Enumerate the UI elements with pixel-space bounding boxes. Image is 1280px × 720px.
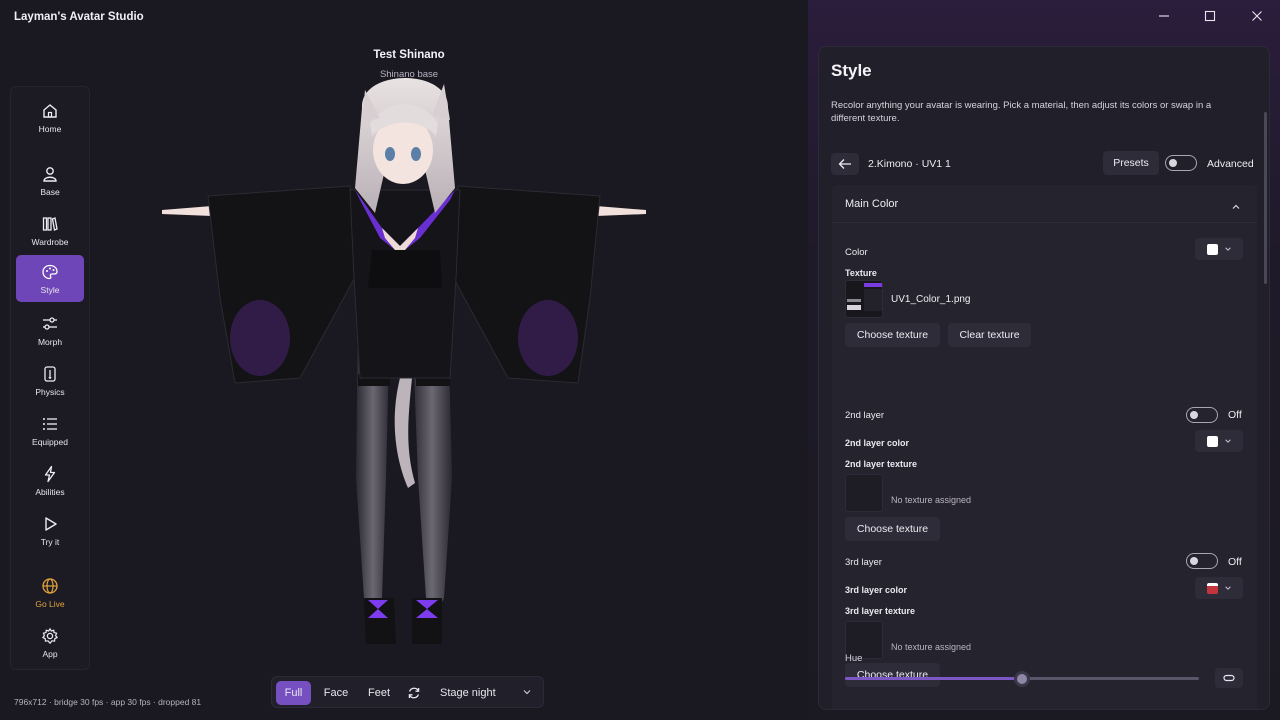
layer2-color-picker[interactable] (1195, 430, 1243, 452)
nav-item-app[interactable]: App (16, 619, 84, 666)
view-mode-feet[interactable]: Feet (361, 681, 397, 705)
refresh-icon[interactable] (403, 681, 425, 705)
layer3-label: 3rd layer (845, 557, 882, 568)
layer2-choose-texture-button[interactable]: Choose texture (845, 517, 940, 541)
palette-icon (41, 263, 59, 281)
nav-label: Try it (40, 536, 60, 547)
advanced-label: Advanced (1207, 158, 1254, 170)
nav-label: App (42, 648, 58, 659)
chevron-down-icon (1224, 586, 1231, 590)
nav-rail: Home Base Wardrobe Style Morph Physics E… (10, 86, 90, 670)
hue-slider-fill (845, 677, 1022, 680)
color-picker[interactable] (1195, 238, 1243, 260)
layer3-state: Off (1228, 556, 1242, 568)
layer2-color-label: 2nd layer color (845, 438, 910, 448)
nav-item-go-live[interactable]: Go Live (16, 569, 84, 616)
app-title: Layman's Avatar Studio (14, 11, 144, 23)
chevron-down-icon (1224, 247, 1231, 251)
color-swatch (1206, 435, 1218, 447)
layer3-color-label: 3rd layer color (845, 585, 908, 595)
main-color-header[interactable]: Main Color (832, 185, 1257, 223)
nav-item-equipped[interactable]: Equipped (16, 407, 84, 454)
style-panel: Style Recolor anything your avatar is we… (818, 46, 1270, 710)
section-title: Main Color (845, 198, 899, 210)
advanced-toggle[interactable] (1165, 155, 1197, 171)
status-line: 796x712 · bridge 30 fps · app 30 fps · d… (14, 697, 202, 707)
minimize-button[interactable] (1154, 6, 1174, 26)
layer2-toggle[interactable] (1186, 407, 1218, 423)
layer3-texture-status: No texture assigned (891, 642, 972, 652)
layer3-texture-label: 3rd layer texture (845, 606, 916, 616)
hue-slider-thumb[interactable] (1014, 671, 1030, 687)
texture-filename: UV1_Color_1.png (891, 294, 971, 305)
color-label: Color (845, 247, 868, 258)
texture-label: Texture (845, 268, 877, 278)
layer2-texture-status: No texture assigned (891, 495, 972, 505)
stage-select[interactable]: Stage night (432, 681, 540, 705)
nav-label: Style (40, 284, 60, 295)
choose-texture-button[interactable]: Choose texture (845, 323, 940, 347)
nav-item-abilities[interactable]: Abilities (16, 457, 84, 504)
main-color-section: Main Color Color Texture UV1_Color_1.png… (832, 185, 1257, 709)
layer2-label: 2nd layer (845, 410, 885, 421)
layer2-state: Off (1228, 409, 1242, 421)
texture-thumbnail (845, 280, 883, 318)
maximize-button[interactable] (1200, 6, 1220, 26)
nav-item-base[interactable]: Base (16, 157, 84, 204)
nav-item-try-it[interactable]: Try it (16, 507, 84, 554)
panel-scrollbar[interactable] (1264, 112, 1267, 284)
hue-label: Hue (845, 653, 863, 664)
reset-icon (1223, 674, 1235, 682)
color-swatch (1206, 582, 1218, 594)
gear-icon (41, 627, 59, 645)
material-name: 2.Kimono · UV1 1 (868, 158, 951, 170)
nav-label: Morph (37, 336, 63, 347)
layer3-toggle[interactable] (1186, 553, 1218, 569)
nav-item-physics[interactable]: Physics (16, 357, 84, 404)
view-bar: Full Face Feet Stage night (271, 676, 544, 708)
nav-label: Abilities (35, 486, 65, 497)
avatar-viewport[interactable]: Layman's Avatar Studio Test Shinano Shin… (0, 0, 808, 720)
nav-label: Wardrobe (31, 236, 69, 247)
lightning-icon (41, 465, 59, 483)
nav-item-home[interactable]: Home (16, 94, 84, 141)
presets-button[interactable]: Presets (1103, 151, 1159, 175)
chevron-down-icon (522, 687, 532, 700)
layer3-choose-texture-button[interactable]: Choose texture (845, 663, 940, 687)
color-swatch (1206, 243, 1218, 255)
play-icon (41, 515, 59, 533)
layer3-color-picker[interactable] (1195, 577, 1243, 599)
list-icon (41, 415, 59, 433)
view-mode-full[interactable]: Full (276, 681, 311, 705)
chevron-down-icon (1224, 439, 1231, 443)
chevron-up-icon (1231, 199, 1241, 217)
home-icon (41, 102, 59, 120)
panel-title: Style (831, 61, 872, 80)
nav-item-wardrobe[interactable]: Wardrobe (16, 207, 84, 254)
back-button[interactable] (831, 153, 859, 175)
nav-label: Home (38, 123, 62, 134)
avatar-model[interactable] (150, 78, 660, 658)
nav-label: Equipped (32, 436, 68, 447)
stage-select-value: Stage night (440, 687, 496, 699)
nav-label: Go Live (35, 598, 65, 609)
avatar-name: Test Shinano (373, 49, 445, 61)
close-button[interactable] (1247, 6, 1267, 26)
hue-reset-button[interactable] (1215, 668, 1243, 688)
view-mode-face[interactable]: Face (317, 681, 355, 705)
nav-item-style[interactable]: Style (16, 255, 84, 302)
globe-icon (41, 577, 59, 595)
layer2-texture-label: 2nd layer texture (845, 459, 918, 469)
sliders-icon (41, 315, 59, 333)
person-icon (41, 165, 59, 183)
wardrobe-icon (41, 215, 59, 233)
panel-description: Recolor anything your avatar is wearing.… (831, 100, 1212, 124)
nav-item-morph[interactable]: Morph (16, 307, 84, 354)
nav-label: Base (40, 186, 60, 197)
nav-label: Physics (35, 386, 65, 397)
physics-icon (41, 365, 59, 383)
layer2-texture-thumbnail (845, 474, 883, 512)
clear-texture-button[interactable]: Clear texture (948, 323, 1031, 347)
